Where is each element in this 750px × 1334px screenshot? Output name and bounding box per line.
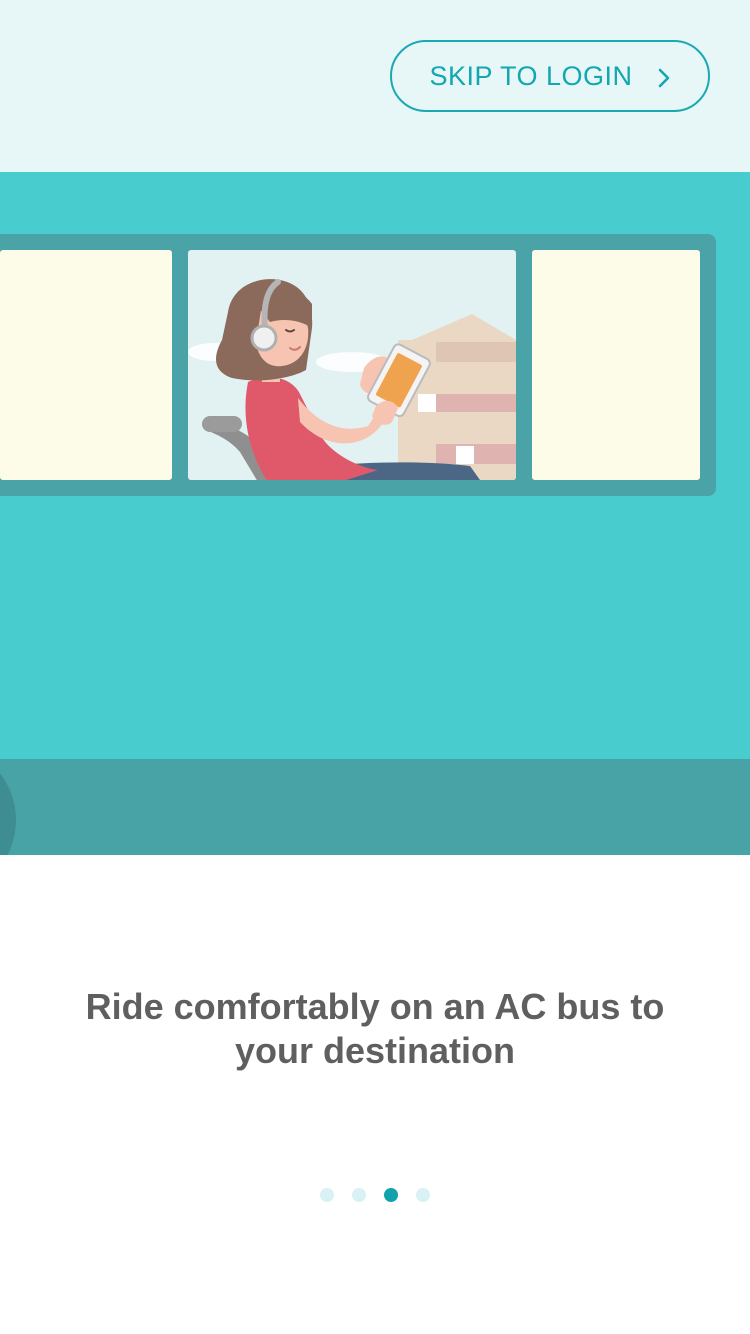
page-dot-4[interactable]	[416, 1188, 430, 1202]
window-middle-scene	[188, 250, 516, 480]
window-left	[0, 250, 172, 480]
page-dot-1[interactable]	[320, 1188, 334, 1202]
page-indicator	[0, 1188, 750, 1206]
window-right	[532, 250, 700, 480]
page-dot-2[interactable]	[352, 1188, 366, 1202]
skip-to-login-button[interactable]: SKIP TO LOGIN	[390, 40, 710, 112]
bus-skirt	[0, 759, 750, 855]
page-dot-3[interactable]	[384, 1188, 398, 1202]
onboarding-screen: SKIP TO LOGIN Ride comfortably on an AC …	[0, 0, 750, 1334]
chevron-right-icon	[657, 65, 671, 88]
building-icon	[398, 314, 516, 480]
onboarding-caption: Ride comfortably on an AC bus to your de…	[85, 986, 665, 1071]
skip-to-login-label: SKIP TO LOGIN	[429, 60, 633, 91]
bus-illustration	[0, 172, 750, 855]
